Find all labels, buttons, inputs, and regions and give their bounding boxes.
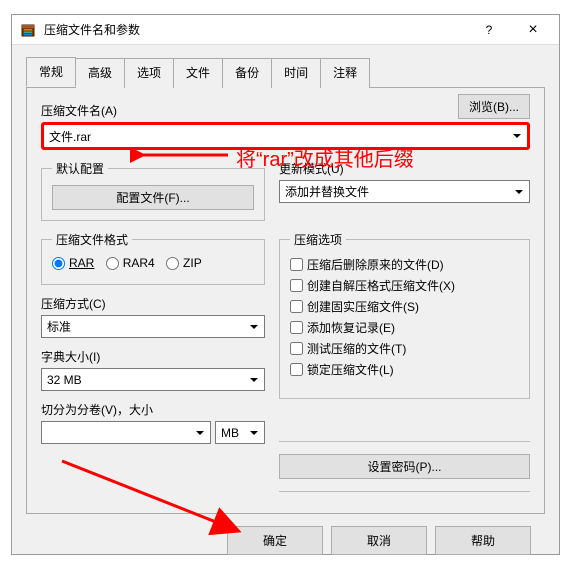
- tab-options[interactable]: 选项: [124, 58, 174, 88]
- titlebar: 压缩文件名和参数 ? ×: [12, 15, 559, 45]
- method-label: 压缩方式(C): [41, 295, 265, 312]
- close-button[interactable]: ×: [511, 16, 555, 44]
- profiles-button[interactable]: 配置文件(F)...: [52, 185, 254, 210]
- method-select[interactable]: 标准: [41, 315, 265, 338]
- app-icon: [20, 22, 36, 38]
- tab-advanced[interactable]: 高级: [75, 58, 125, 88]
- dict-select[interactable]: 32 MB: [41, 368, 265, 391]
- format-rar4[interactable]: RAR4: [106, 256, 155, 270]
- tab-time[interactable]: 时间: [271, 58, 321, 88]
- options-legend: 压缩选项: [290, 231, 346, 248]
- split-label: 切分为分卷(V)，大小: [41, 401, 265, 418]
- format-group: 压缩文件格式 RAR RAR4 ZIP: [41, 231, 265, 285]
- ok-button[interactable]: 确定: [227, 526, 323, 555]
- tab-pane-general: 浏览(B)... 压缩文件名(A) 文件.rar 默认配置 配置文件(F)...: [26, 88, 545, 514]
- opt-recovery[interactable]: 添加恢复记录(E): [290, 319, 519, 336]
- cancel-button[interactable]: 取消: [331, 526, 427, 555]
- options-group: 压缩选项 压缩后删除原来的文件(D) 创建自解压格式压缩文件(X) 创建固实压缩…: [279, 231, 530, 399]
- split-unit-select[interactable]: MB: [215, 421, 265, 444]
- filename-input[interactable]: 文件.rar: [41, 122, 530, 150]
- format-rar[interactable]: RAR: [52, 256, 94, 270]
- opt-test[interactable]: 测试压缩的文件(T): [290, 340, 519, 357]
- window-title: 压缩文件名和参数: [44, 21, 467, 38]
- default-profile-legend: 默认配置: [52, 160, 108, 177]
- format-legend: 压缩文件格式: [52, 231, 132, 248]
- tab-comment[interactable]: 注释: [320, 58, 370, 88]
- help-button[interactable]: ?: [467, 16, 511, 44]
- opt-sfx[interactable]: 创建自解压格式压缩文件(X): [290, 277, 519, 294]
- opt-lock[interactable]: 锁定压缩文件(L): [290, 361, 519, 378]
- tab-bar: 常规 高级 选项 文件 备份 时间 注释: [26, 57, 545, 88]
- filename-label: 压缩文件名(A): [41, 102, 530, 119]
- help-footer-button[interactable]: 帮助: [435, 526, 531, 555]
- browse-button[interactable]: 浏览(B)...: [458, 94, 530, 119]
- password-button[interactable]: 设置密码(P)...: [279, 454, 530, 479]
- split-size-input[interactable]: [41, 421, 211, 444]
- dict-label: 字典大小(I): [41, 348, 265, 365]
- opt-delete-after[interactable]: 压缩后删除原来的文件(D): [290, 256, 519, 273]
- default-profile-group: 默认配置 配置文件(F)...: [41, 160, 265, 221]
- opt-solid[interactable]: 创建固实压缩文件(S): [290, 298, 519, 315]
- tab-files[interactable]: 文件: [173, 58, 223, 88]
- tab-backup[interactable]: 备份: [222, 58, 272, 88]
- update-mode-label: 更新模式(U): [279, 160, 530, 177]
- update-mode-select[interactable]: 添加并替换文件: [279, 180, 530, 203]
- tab-general[interactable]: 常规: [26, 57, 76, 87]
- format-zip[interactable]: ZIP: [166, 256, 202, 270]
